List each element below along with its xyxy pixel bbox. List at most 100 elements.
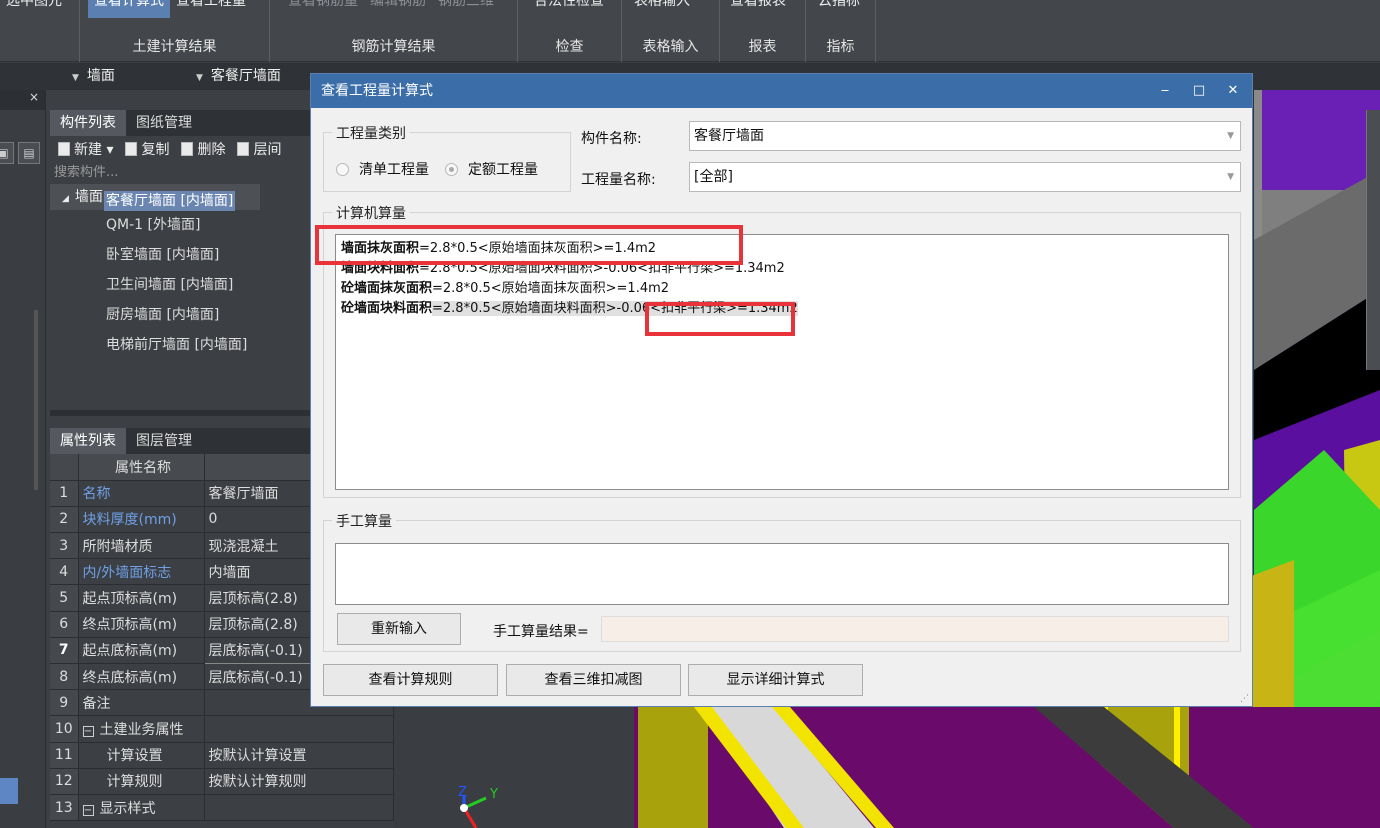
tree-item-label: 卧室墙面 [内墙面] — [106, 247, 220, 263]
table-row[interactable]: 10− 土建业务属性 — [50, 715, 394, 743]
tab-component-list[interactable]: 构件列表 — [50, 110, 126, 136]
tree-item-selected[interactable]: 客餐厅墙面 [内墙面] — [50, 186, 236, 216]
property-name: 终点顶标高(m) — [78, 611, 205, 638]
edit-rebar-button[interactable]: 编辑钢筋 — [364, 0, 432, 18]
tab-property-list[interactable]: 属性列表 — [50, 428, 126, 454]
tab-layer-management[interactable]: 图层管理 — [126, 428, 202, 454]
tree-item-label: 客餐厅墙面 [内墙面] — [104, 191, 236, 211]
radio-quota-quantity[interactable]: 定额工程量 — [445, 159, 538, 179]
tree-item-label: 厨房墙面 [内墙面] — [106, 307, 220, 323]
copy-icon — [125, 142, 138, 156]
resize-grip-icon[interactable]: ⋰ — [1240, 694, 1249, 704]
view-calc-rules-button[interactable]: 查看计算规则 — [323, 664, 498, 696]
row-no: 3 — [50, 532, 79, 560]
tree-item-label: 电梯前厅墙面 [内墙面] — [106, 337, 248, 353]
collapse-icon[interactable]: − — [82, 804, 94, 816]
minimize-icon[interactable]: ‒ — [1148, 74, 1182, 108]
property-value[interactable]: 按默认计算设置 — [204, 742, 394, 769]
quantity-name-select[interactable]: [全部] ▼ — [689, 162, 1241, 192]
dialog-title: 查看工程量计算式 — [321, 83, 433, 99]
table-row[interactable]: 11 计算设置 按默认计算设置 — [50, 742, 394, 769]
reenter-button[interactable]: 重新输入 — [337, 613, 461, 645]
radio-checked-icon — [445, 162, 458, 176]
row-no: 2 — [50, 506, 79, 534]
view-rebar-button[interactable]: 查看钢筋量 — [282, 0, 364, 18]
left-nav-column: × ▣ ▤ — [0, 90, 46, 828]
scrollbar[interactable] — [34, 310, 38, 490]
table-row[interactable]: 12 计算规则 按默认计算规则 — [50, 768, 394, 795]
formula-name: 砼墙面抹灰面积 — [341, 281, 433, 296]
property-group-label: 土建业务属性 — [99, 721, 184, 738]
ribbon-group-civil-results: 查看计算式 查看工程量 土建计算结果 — [80, 0, 270, 62]
view-formula-button[interactable]: 查看计算式 — [88, 0, 170, 18]
row-no: 7 — [50, 637, 79, 665]
property-value — [204, 794, 394, 822]
property-value[interactable]: 按默认计算规则 — [204, 768, 394, 795]
property-name: 起点顶标高(m) — [78, 584, 205, 612]
axis-y-label: Y — [489, 787, 498, 802]
delete-label: 删除 — [197, 142, 226, 158]
element-name-select[interactable]: ▼ 客餐厅墙面 — [190, 65, 281, 88]
view-3d-deduction-button[interactable]: 查看三维扣减图 — [506, 664, 681, 696]
cloud-index-button[interactable]: 云指标 — [812, 0, 866, 18]
element-type-select[interactable]: ▼ 墙面 — [66, 65, 115, 88]
radio-icon — [336, 162, 349, 176]
manual-legend: 手工算量 — [332, 511, 396, 531]
table-row[interactable]: 13− 显示样式 — [50, 794, 394, 822]
collapse-icon[interactable]: − — [82, 725, 94, 737]
tab-drawing-management[interactable]: 图纸管理 — [126, 110, 202, 136]
property-name: 内/外墙面标志 — [78, 558, 205, 586]
view-quantity-button[interactable]: 查看工程量 — [170, 0, 252, 18]
formula-name: 砼墙面块料面积 — [341, 301, 433, 316]
chevron-down-icon: ▼ — [196, 73, 203, 83]
chevron-down-icon: ▼ — [1227, 172, 1234, 182]
property-group[interactable]: − 显示样式 — [78, 794, 205, 822]
close-icon[interactable]: ✕ — [1216, 74, 1250, 108]
property-name: 块料厚度(mm) — [78, 506, 205, 534]
layer-copy-label: 层间 — [253, 142, 282, 158]
rebar-3d-button[interactable]: 钢筋三维 — [432, 0, 500, 18]
quantity-category-group: 工程量类别 清单工程量 定额工程量 — [323, 123, 571, 192]
property-group-label: 显示样式 — [99, 800, 156, 817]
nav-icon[interactable]: ▣ — [0, 142, 14, 164]
component-name-select[interactable]: 客餐厅墙面 ▼ — [689, 121, 1241, 151]
property-name: 备注 — [78, 689, 205, 717]
property-name: 终点底标高(m) — [78, 663, 205, 691]
computer-legend: 计算机算量 — [332, 203, 410, 223]
new-label: 新建 — [74, 142, 102, 158]
property-value — [204, 715, 394, 743]
formula-expression: =2.8*0.5<原始墙面抹灰面积>=1.4m2 — [432, 281, 670, 296]
select-element-button[interactable]: 选中图元 — [0, 0, 68, 18]
radio-quota-label: 定额工程量 — [468, 162, 538, 178]
delete-button[interactable]: 删除 — [181, 139, 225, 159]
element-type-value: 墙面 — [86, 68, 115, 84]
ribbon-group-check: 合法性检查 检查 — [518, 0, 622, 62]
radio-list-label: 清单工程量 — [359, 162, 429, 178]
delete-icon — [181, 142, 194, 156]
dialog-titlebar[interactable]: 查看工程量计算式 ‒ □ ✕ — [311, 74, 1252, 108]
nav-selected-block[interactable] — [0, 778, 18, 804]
copy-button[interactable]: 复制 — [125, 139, 169, 159]
maximize-icon[interactable]: □ — [1182, 74, 1216, 108]
view-report-button[interactable]: 查看报表 — [724, 0, 792, 18]
formula-textarea[interactable]: 墙面抹灰面积=2.8*0.5<原始墙面抹灰面积>=1.4m2 墙面块料面积=2.… — [335, 234, 1229, 490]
close-icon[interactable]: × — [0, 90, 45, 110]
ribbon-group-rebar-results: 查看钢筋量 编辑钢筋 钢筋三维 钢筋计算结果 — [270, 0, 518, 62]
row-no: 11 — [50, 742, 79, 769]
radio-list-quantity[interactable]: 清单工程量 — [336, 159, 429, 179]
manual-formula-input[interactable] — [335, 543, 1229, 605]
property-name: 名称 — [78, 480, 205, 507]
formula-dialog: 查看工程量计算式 ‒ □ ✕ 工程量类别 清单工程量 定额工程量 构件名称: 客… — [310, 73, 1253, 707]
validity-check-button[interactable]: 合法性检查 — [528, 0, 610, 18]
new-button[interactable]: 新建 ▾ — [58, 139, 113, 159]
show-detailed-formula-button[interactable]: 显示详细计算式 — [688, 664, 863, 696]
copy-label: 复制 — [141, 142, 170, 158]
property-group[interactable]: − 土建业务属性 — [78, 715, 205, 743]
layout-icon[interactable]: ▤ — [18, 142, 40, 164]
ribbon-group-label: 钢筋计算结果 — [351, 39, 436, 55]
layer-copy-button[interactable]: 层间 — [237, 139, 281, 159]
row-no: 13 — [50, 794, 79, 822]
ribbon-group-select: 选中图元 — [0, 0, 80, 62]
row-no: 10 — [50, 715, 79, 743]
table-input-button[interactable]: 表格输入 — [628, 0, 696, 18]
